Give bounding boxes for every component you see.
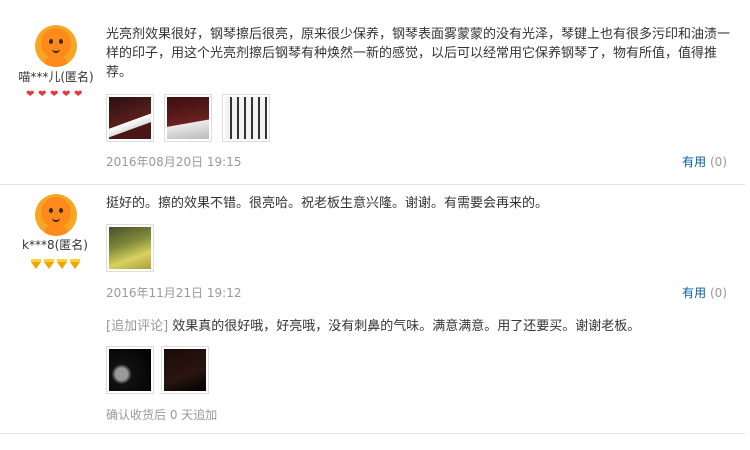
review-photo-thumbnail[interactable] [106, 346, 154, 394]
review-photo-thumbnail[interactable] [106, 224, 154, 272]
piano-photo-1 [109, 97, 151, 139]
review-photos [106, 94, 270, 142]
followup-photos [106, 346, 209, 394]
dark-photo-1 [109, 349, 151, 391]
useful-count: (0) [710, 155, 727, 169]
review-photo-thumbnail[interactable] [106, 94, 154, 142]
review-photo-thumbnail[interactable] [164, 94, 212, 142]
heart-badge-icon: ❤ [62, 89, 71, 100]
user-level-badges [31, 259, 82, 269]
gem-badge-icon [70, 259, 80, 269]
review-item: 喵***儿(匿名) ❤ ❤ ❤ ❤ ❤ 光亮剂效果很好，钢琴擦后很亮，原来很少保… [0, 0, 745, 185]
heart-badge-icon: ❤ [26, 89, 35, 100]
review-text: 光亮剂效果很好，钢琴擦后很亮，原来很少保养，钢琴表面雾蒙蒙的没有光泽，琴键上也有… [106, 27, 731, 80]
piano-photo-2 [167, 97, 209, 139]
followup-label: [追加评论] [106, 319, 169, 334]
username: k***8(匿名) [22, 238, 88, 252]
review-date: 2016年11月21日 19:12 [106, 286, 242, 300]
gem-badge-icon [44, 259, 54, 269]
useful-button[interactable]: 有用 (0) [682, 153, 727, 170]
user-level-badges: ❤ ❤ ❤ ❤ ❤ [26, 89, 85, 100]
heart-badge-icon: ❤ [50, 89, 59, 100]
review-date: 2016年08月20日 19:15 [106, 155, 242, 169]
useful-label: 有用 [682, 155, 707, 169]
user-avatar [35, 194, 77, 236]
useful-count: (0) [710, 286, 727, 300]
gem-badge-icon [31, 259, 41, 269]
followup-text: 效果真的很好哦，好亮哦，没有刺鼻的气味。满意满意。用了还要买。谢谢老板。 [172, 319, 641, 334]
review-text: 挺好的。擦的效果不错。很亮哈。祝老板生意兴隆。谢谢。有需要会再来的。 [106, 196, 549, 211]
useful-label: 有用 [682, 286, 707, 300]
gem-badge-icon [57, 259, 67, 269]
heart-badge-icon: ❤ [74, 89, 83, 100]
heart-badge-icon: ❤ [38, 89, 47, 100]
cloth-photo [109, 227, 151, 269]
review-photo-thumbnail[interactable] [222, 94, 270, 142]
review-photo-thumbnail[interactable] [161, 346, 209, 394]
dark-photo-2 [164, 349, 206, 391]
piano-keys-photo [225, 97, 267, 139]
followup-timing: 确认收货后 0 天追加 [106, 408, 218, 422]
review-photos [106, 224, 154, 272]
useful-button[interactable]: 有用 (0) [682, 284, 727, 301]
username: 喵***儿(匿名) [18, 70, 94, 84]
user-avatar [35, 25, 77, 67]
followup-review: [追加评论] 效果真的很好哦，好亮哦，没有刺鼻的气味。满意满意。用了还要买。谢谢… [106, 317, 738, 336]
review-item: k***8(匿名) 挺好的。擦的效果不错。很亮哈。祝老板生意兴隆。谢谢。有需要会… [0, 185, 745, 434]
